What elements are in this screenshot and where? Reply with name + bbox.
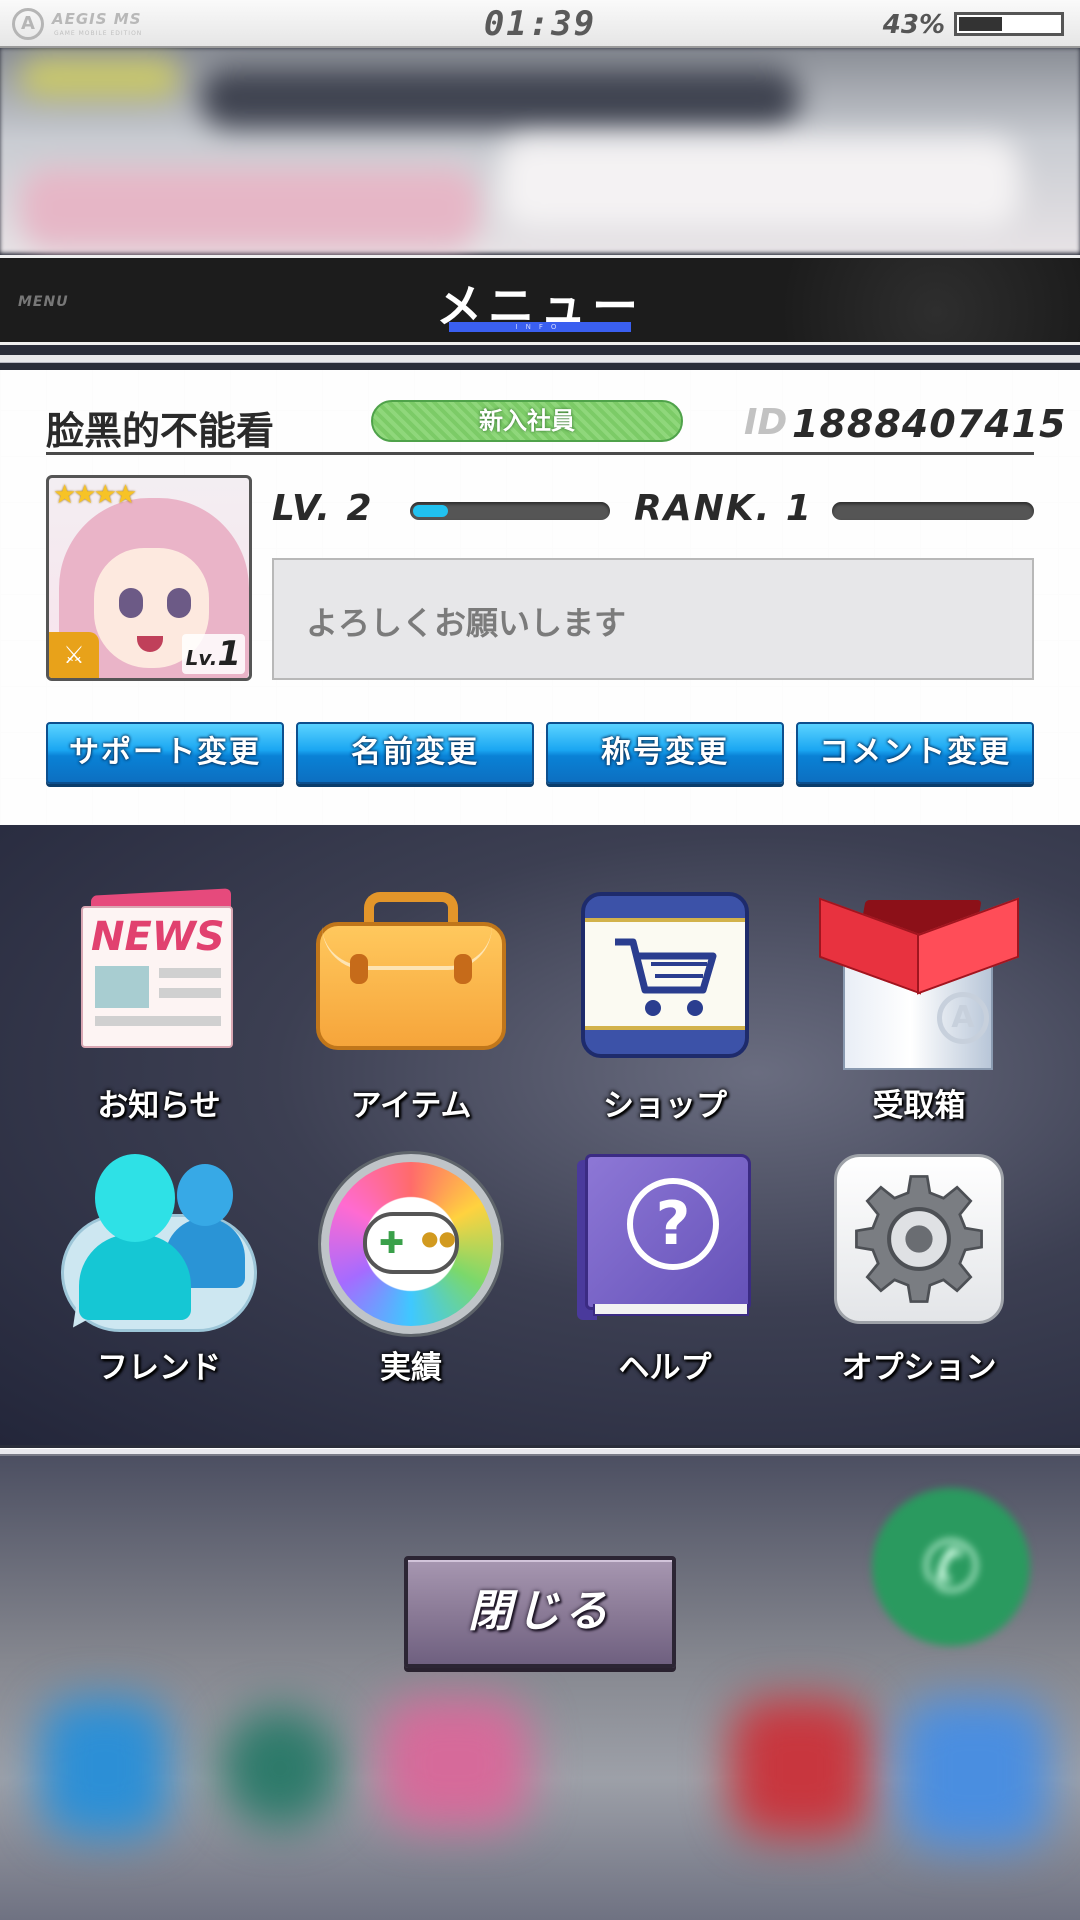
gear-icon xyxy=(834,1154,1004,1324)
briefcase-icon xyxy=(316,892,506,1052)
help-book-icon: ? xyxy=(577,1154,753,1324)
name-divider xyxy=(46,452,1034,455)
avatar-eye-right xyxy=(167,588,191,618)
options-button[interactable]: オプション xyxy=(794,1142,1044,1392)
comment-text: よろしくお願いします xyxy=(306,604,627,642)
weapon-type-icon: ⚔ xyxy=(49,632,99,678)
menu-title-underline: INFO xyxy=(449,322,631,332)
rank-text: RANK. 1 xyxy=(634,488,813,529)
options-label: オプション xyxy=(841,1350,997,1386)
gift-box-icon: A xyxy=(819,892,1019,1072)
player-id-label: ID xyxy=(744,402,788,443)
status-bar: A AEGIS MS GAME MOBILE EDITION 01:39 43% xyxy=(0,0,1080,48)
level-text: LV. 2 xyxy=(272,488,374,529)
background-top-blur xyxy=(0,48,1080,253)
items-button[interactable]: アイテム xyxy=(286,880,536,1130)
news-button[interactable]: NEWS お知らせ xyxy=(34,880,284,1130)
level-exp-bar xyxy=(410,502,610,520)
friends-icon xyxy=(59,1154,259,1336)
news-headline: NEWS xyxy=(91,914,225,960)
phone-icon: ✆ xyxy=(872,1488,1030,1646)
profile-panel: 脸黑的不能看 新入社員 ID 1888407415 ★★★★ ⚔ Lv.1 LV… xyxy=(0,370,1080,825)
cart-icon xyxy=(581,892,749,1058)
help-button[interactable]: ? ヘルプ xyxy=(540,1142,790,1392)
player-id: 1888407415 xyxy=(792,402,1067,446)
shop-label: ショップ xyxy=(603,1088,727,1124)
change-support-button[interactable]: サポート変更 xyxy=(46,722,284,784)
rarity-stars-icon: ★★★★ xyxy=(53,480,137,510)
close-button[interactable]: 閉じる xyxy=(404,1556,676,1668)
achievements-button[interactable]: ✚ ●● 実績 xyxy=(286,1142,536,1392)
header-stripe xyxy=(0,355,1080,363)
support-character-avatar[interactable]: ★★★★ ⚔ Lv.1 xyxy=(46,475,252,681)
items-label: アイテム xyxy=(350,1088,472,1124)
avatar-eye-left xyxy=(119,588,143,618)
friend-button[interactable]: フレンド xyxy=(34,1142,284,1392)
avatar-level-label: Lv. xyxy=(185,646,218,670)
giftbox-label: 受取箱 xyxy=(872,1088,966,1124)
avatar-level-value: 1 xyxy=(217,634,241,674)
shop-button[interactable]: ショップ xyxy=(540,880,790,1130)
achievements-label: 実績 xyxy=(380,1350,442,1386)
bottom-divider xyxy=(0,1448,1080,1456)
gamepad-icon: ✚ ●● xyxy=(321,1154,501,1334)
comment-box: よろしくお願いします xyxy=(272,558,1034,680)
rank-exp-bar xyxy=(832,502,1034,520)
player-name: 脸黑的不能看 xyxy=(46,409,275,453)
newspaper-icon: NEWS xyxy=(81,888,237,1050)
battery-percent: 43% xyxy=(882,10,945,40)
friend-label: フレンド xyxy=(97,1350,221,1386)
battery-icon xyxy=(954,12,1064,36)
avatar-level-badge: Lv.1 xyxy=(181,634,245,674)
change-title-button[interactable]: 称号変更 xyxy=(546,722,784,784)
menu-header: MENU メニュー INFO xyxy=(0,255,1080,345)
news-label: お知らせ xyxy=(97,1088,221,1124)
giftbox-button[interactable]: A 受取箱 xyxy=(794,880,1044,1130)
change-comment-button[interactable]: コメント変更 xyxy=(796,722,1034,784)
change-name-button[interactable]: 名前変更 xyxy=(296,722,534,784)
help-label: ヘルプ xyxy=(618,1350,712,1386)
title-badge: 新入社員 xyxy=(371,400,683,442)
battery-fill xyxy=(959,17,1002,31)
level-exp-fill xyxy=(413,505,448,517)
